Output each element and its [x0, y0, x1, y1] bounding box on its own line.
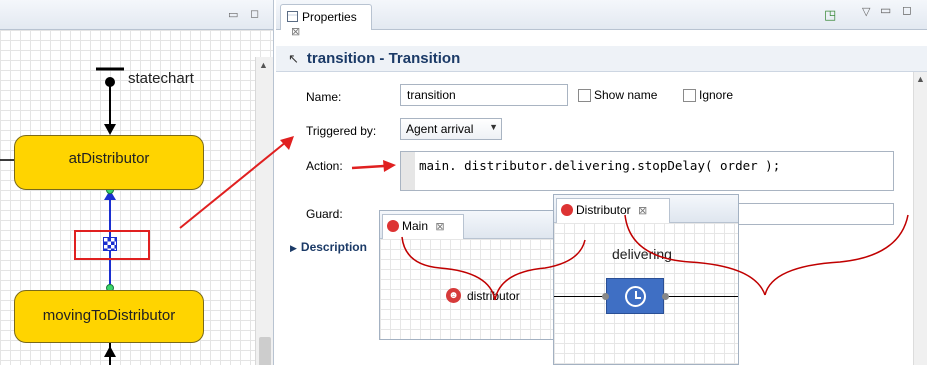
- scroll-up-icon[interactable]: ▲: [259, 60, 268, 70]
- close-tab-icon[interactable]: ⊠: [638, 205, 647, 217]
- action-code-editor[interactable]: main. distributor.delivering.stopDelay( …: [400, 151, 894, 191]
- code-gutter: [401, 152, 415, 190]
- statechart-editor[interactable]: ▭ ◻ statechart atDistributor movingToDis…: [0, 0, 274, 365]
- triggered-by-label: Triggered by:: [306, 124, 377, 138]
- description-section[interactable]: ▶ Description: [290, 240, 367, 254]
- show-name-checkbox[interactable]: Show name: [578, 88, 658, 103]
- guard-field[interactable]: [722, 203, 894, 225]
- main-editor-popup[interactable]: Main ⊠ ☻ distributor: [379, 210, 559, 340]
- maximize-view-icon[interactable]: ◻: [902, 3, 912, 17]
- expand-icon: ▶: [290, 243, 297, 253]
- view-menu-icon[interactable]: ▽: [862, 5, 870, 18]
- output-port[interactable]: [662, 293, 669, 300]
- input-port[interactable]: [602, 293, 609, 300]
- chevron-down-icon: ▼: [489, 122, 498, 132]
- guard-label: Guard:: [306, 207, 343, 221]
- main-popup-tabbar: Main ⊠: [380, 211, 558, 239]
- properties-title-bar: ↖ transition - Transition: [276, 46, 927, 72]
- properties-icon: [287, 11, 298, 22]
- transition-icon[interactable]: [103, 237, 117, 251]
- statechart-label: statechart: [128, 70, 194, 87]
- action-label: Action:: [306, 159, 343, 173]
- tab-main[interactable]: Main ⊠: [382, 214, 464, 239]
- tab-properties[interactable]: Properties ⊠: [280, 4, 372, 38]
- action-code: main. distributor.delivering.stopDelay( …: [419, 158, 781, 173]
- delay-block[interactable]: [606, 278, 664, 314]
- show-name-label: Show name: [594, 88, 658, 102]
- name-label: Name:: [306, 90, 342, 104]
- description-label: Description: [300, 240, 367, 254]
- main-canvas[interactable]: ☻ distributor: [380, 239, 558, 339]
- agent-icon: [387, 220, 399, 232]
- triggered-by-dropdown[interactable]: Agent arrival ▼: [400, 118, 502, 140]
- distributor-tab-label: Distributor: [576, 203, 631, 217]
- triggered-by-value: Agent arrival: [406, 122, 474, 136]
- ignore-checkbox[interactable]: Ignore: [683, 88, 734, 103]
- agent-icon: [561, 204, 573, 216]
- scroll-thumb[interactable]: [259, 337, 271, 365]
- close-tab-icon[interactable]: ⊠: [435, 221, 444, 233]
- ignore-label: Ignore: [699, 88, 734, 102]
- distributor-canvas[interactable]: delivering: [554, 223, 738, 364]
- name-field[interactable]: transition: [400, 84, 568, 106]
- distributor-editor-popup[interactable]: Distributor ⊠ delivering: [553, 194, 739, 365]
- distributor-element[interactable]: distributor: [467, 289, 520, 303]
- delivering-label: delivering: [612, 246, 672, 262]
- properties-title: transition - Transition: [306, 50, 461, 67]
- close-tab-icon[interactable]: ⊠: [291, 26, 300, 38]
- editor-scrollbar[interactable]: ▲: [255, 57, 273, 365]
- arrow-head: [280, 136, 294, 150]
- transition-symbol-icon: ↖: [288, 51, 299, 66]
- state-movingtodistributor[interactable]: movingToDistributor: [14, 290, 204, 343]
- main-tab-label: Main: [402, 219, 429, 233]
- state-atdistributor[interactable]: atDistributor: [14, 135, 204, 190]
- minimize-view-icon[interactable]: ▭: [880, 3, 891, 17]
- tab-distributor[interactable]: Distributor ⊠: [556, 198, 670, 223]
- new-window-icon[interactable]: ◳: [824, 7, 836, 23]
- properties-scrollbar[interactable]: ▲: [913, 72, 927, 365]
- props-scroll-up-icon[interactable]: ▲: [916, 74, 925, 84]
- distributor-popup-tabbar: Distributor ⊠: [554, 195, 738, 223]
- properties-tabbar: ◳ ▽ ▭ ◻: [276, 0, 927, 30]
- properties-tab-label: Properties: [302, 10, 357, 24]
- agent-population-icon: ☻: [446, 288, 461, 303]
- clock-icon: [625, 286, 646, 307]
